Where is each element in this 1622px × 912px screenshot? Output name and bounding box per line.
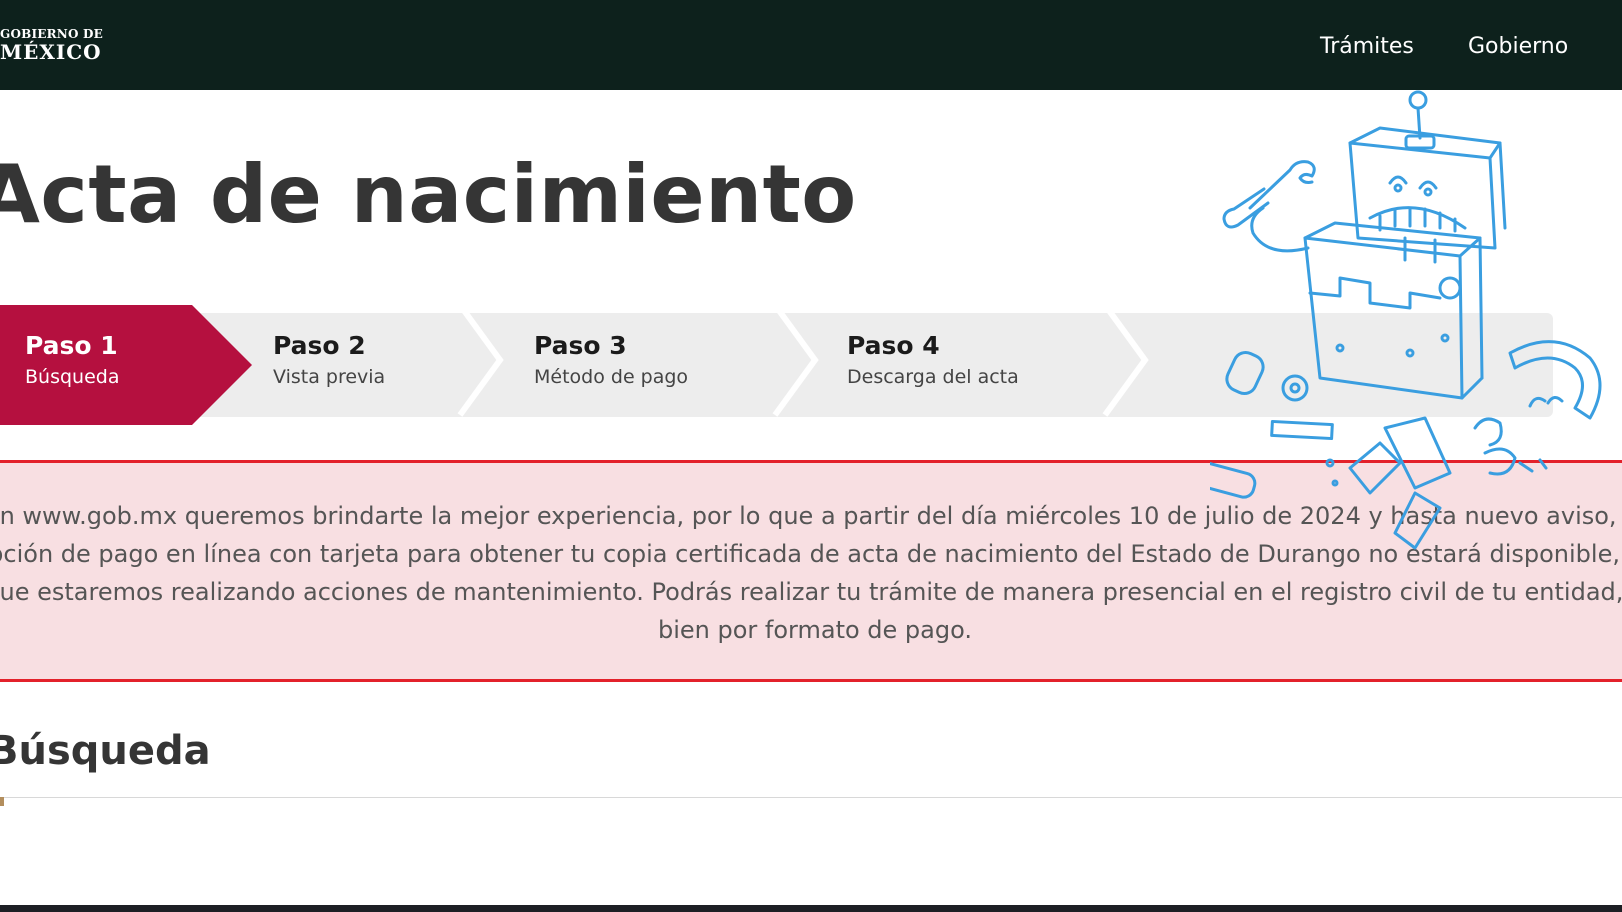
logo-line-1: GOBIERNO DE <box>0 27 103 41</box>
gobierno-logo[interactable]: GOBIERNO DE MÉXICO <box>0 28 103 62</box>
step-1-number: Paso 1 <box>25 331 118 360</box>
logo-line-2: MÉXICO <box>0 40 102 64</box>
step-4-number: Paso 4 <box>847 331 940 360</box>
nav-link-tramites[interactable]: Trámites <box>1320 34 1414 59</box>
step-2-label: Vista previa <box>273 366 386 388</box>
top-navbar: GOBIERNO DE MÉXICO Trámites Gobierno <box>0 0 1622 90</box>
step-3-label: Método de pago <box>534 366 689 388</box>
nav-link-gobierno[interactable]: Gobierno <box>1468 34 1568 59</box>
accent-mark <box>0 797 4 806</box>
step-3[interactable]: Paso 3 Método de pago <box>457 303 780 425</box>
robot-repair-sketch-icon <box>1210 90 1602 550</box>
step-3-number: Paso 3 <box>534 331 627 360</box>
section-title: Búsqueda <box>0 728 211 774</box>
section-divider <box>0 797 1622 798</box>
page-title: Acta de nacimiento <box>0 148 857 241</box>
step-4-label: Descarga del acta <box>847 366 1019 388</box>
step-1-label: Búsqueda <box>25 366 120 388</box>
step-2-number: Paso 2 <box>273 331 366 360</box>
step-1-active[interactable]: Paso 1 Búsqueda <box>0 305 260 425</box>
bottom-strip <box>0 905 1622 912</box>
step-4[interactable]: Paso 4 Descarga del acta <box>772 303 1155 425</box>
